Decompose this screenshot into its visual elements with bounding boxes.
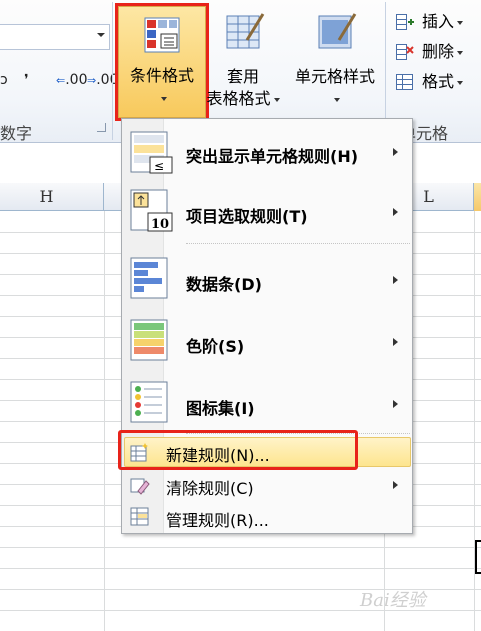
conditional-format-button[interactable]: 条件格式 [115,3,209,121]
menu-item-label: 色阶(S) [186,337,245,356]
menu-item-color-scales[interactable]: 色阶(S) [122,313,412,367]
decrease-decimal-label: .00 [96,72,119,88]
conditional-format-icon [144,17,180,53]
submenu-arrow-icon [393,400,398,408]
number-group-label: 数字 [0,124,33,143]
menu-item-label: 突出显示单元格规则(H) [186,147,359,166]
menu-separator [186,243,410,244]
cell-styles-icon [317,12,357,49]
format-as-table-label-2: 表格格式 [206,89,271,108]
submenu-arrow-icon [393,276,398,284]
conditional-format-label: 条件格式 [129,66,194,85]
conditional-format-menu: ≤ 突出显示单元格规则(H) 10 项目选取规则(T) 数据条(D) 色阶(S)… [121,118,413,534]
submenu-arrow-icon [393,338,398,346]
chevron-down-icon [273,97,280,102]
cell-styles-label: 单元格样式 [294,67,375,86]
icon-sets-icon [130,381,168,423]
grid-line [0,547,481,548]
chevron-down-icon[interactable] [97,33,105,37]
submenu-arrow-icon [393,481,398,489]
format-as-table-icon [225,12,265,49]
format-label: 格式 [422,72,455,91]
menu-item-data-bars[interactable]: 数据条(D) [122,251,412,305]
column-header-h[interactable]: H [0,183,104,211]
menu-item-clear-rules[interactable]: 清除规则(C) [122,471,412,499]
group-separator [112,2,113,140]
dialog-launcher-icon[interactable] [97,123,106,132]
top-bottom-rules-icon: 10 [130,189,173,232]
grid-line [0,568,481,569]
watermark: Bai经验 [360,590,426,611]
annotation-highlight-box [118,430,358,470]
number-format-combo[interactable] [0,24,110,50]
submenu-arrow-icon [393,208,398,216]
format-as-table-label-1: 套用 [226,67,259,86]
format-as-table-button[interactable]: 套用 表格格式 [200,12,286,110]
menu-item-label: 数据条(D) [186,275,262,294]
color-scales-icon [130,319,168,361]
increase-decimal-button[interactable]: ⇐.00 [56,72,87,88]
delete-button[interactable]: 删除 [392,40,464,64]
chevron-down-icon [457,20,464,25]
data-bars-icon [130,257,168,299]
clear-rules-icon [130,478,150,495]
comma-style-button[interactable]: ❜ [24,72,29,88]
chevron-down-icon [160,96,167,101]
cell-styles-button[interactable]: 单元格样式 [288,12,382,110]
highlight-rules-icon: ≤ [130,131,173,174]
format-button[interactable]: 格式 [392,70,464,94]
menu-item-label: 项目选取规则(T) [186,207,308,226]
menu-item-label: 清除规则(C) [166,479,254,498]
delete-label: 删除 [422,42,455,61]
menu-item-label: 图标集(I) [186,399,255,418]
decrease-decimal-button[interactable]: ⇒.00 [87,72,118,88]
active-cell-border[interactable] [475,540,481,574]
chevron-down-icon [457,50,464,55]
insert-label: 插入 [422,12,455,31]
insert-button[interactable]: 插入 [392,10,464,34]
column-header-active[interactable] [474,183,481,211]
menu-item-manage-rules[interactable]: 管理规则(R)... [122,503,412,531]
svg-text:10: 10 [151,217,169,232]
menu-item-highlight-rules[interactable]: ≤ 突出显示单元格规则(H) [122,127,412,179]
svg-text:≤: ≤ [154,159,164,173]
insert-cells-icon [396,14,414,30]
chevron-down-icon [333,97,340,102]
menu-item-top-bottom-rules[interactable]: 10 项目选取规则(T) [122,187,412,239]
submenu-arrow-icon [393,148,398,156]
format-cells-icon [396,74,413,90]
menu-item-icon-sets[interactable]: 图标集(I) [122,375,412,429]
delete-cells-icon [396,44,414,60]
comma-style-icon: ❜ [24,72,29,88]
menu-item-label: 管理规则(R)... [166,511,269,530]
currency-format-button[interactable]: ɔ [0,72,8,88]
increase-decimal-label: .00 [65,72,88,88]
chevron-down-icon [457,80,464,85]
manage-rules-icon [130,507,149,526]
